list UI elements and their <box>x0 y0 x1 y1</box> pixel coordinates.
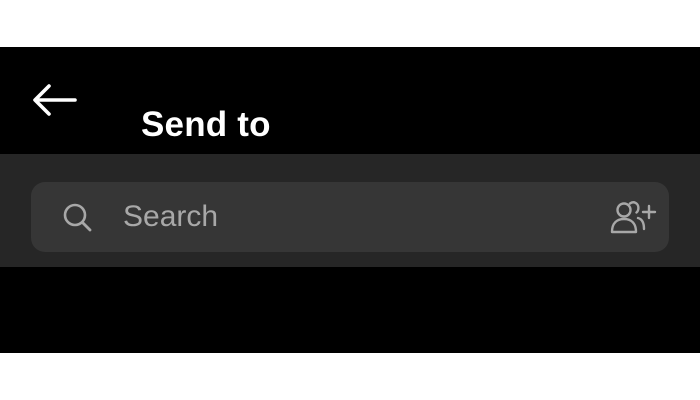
send-to-screen: Send to <box>0 47 700 353</box>
search-box[interactable] <box>31 182 669 252</box>
results-area <box>0 267 700 353</box>
search-input[interactable] <box>123 182 593 252</box>
search-bar-container <box>0 154 700 267</box>
header-bar: Send to <box>0 47 700 154</box>
back-button[interactable] <box>24 79 84 121</box>
arrow-left-icon <box>33 84 77 116</box>
search-icon <box>63 203 92 232</box>
add-people-button[interactable] <box>607 197 659 237</box>
page-title: Send to <box>141 105 271 144</box>
add-people-icon <box>610 201 657 234</box>
